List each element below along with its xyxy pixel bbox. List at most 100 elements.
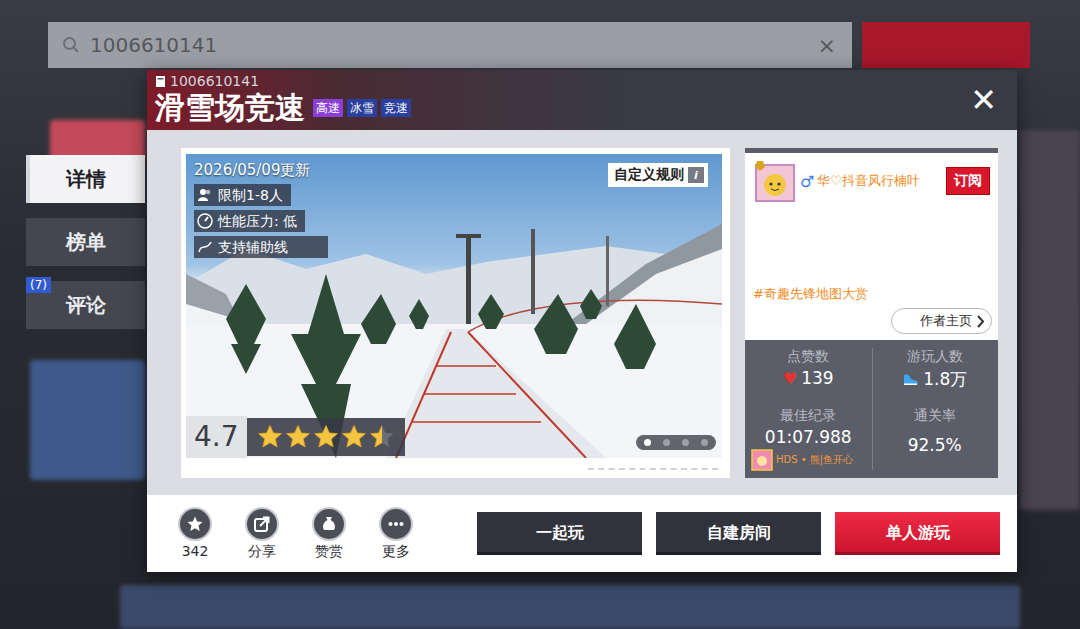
- map-detail-dialog: 1006610141 滑雪场竞速 高速冰雪竞速 ✕: [147, 70, 1017, 572]
- carousel-dots: [636, 435, 716, 450]
- side-tabs: 详情榜单评论(7): [26, 155, 145, 329]
- info-icon[interactable]: i: [688, 167, 704, 183]
- favorite-action[interactable]: 342: [175, 507, 215, 561]
- guide-text: 支持辅助线: [218, 238, 288, 256]
- action-button[interactable]: [178, 507, 212, 541]
- heart-icon: ♥: [783, 369, 797, 388]
- share-icon: [253, 515, 271, 533]
- search-icon: [62, 36, 80, 54]
- action-label[interactable]: 赞赏: [315, 543, 343, 561]
- search-field[interactable]: 1006610141 ×: [48, 22, 852, 68]
- reward-action[interactable]: 赞赏: [309, 507, 349, 561]
- background-card: [120, 585, 1020, 629]
- star-icon: [313, 424, 339, 450]
- play-button[interactable]: 一起玩: [477, 512, 642, 555]
- action-button[interactable]: [312, 507, 346, 541]
- map-title: 滑雪场竞速: [155, 89, 305, 127]
- side-tab-label[interactable]: 评论: [66, 292, 106, 319]
- star-filled-icon: [285, 424, 311, 450]
- play-button[interactable]: 单人游玩: [835, 512, 1000, 555]
- author-homepage-label[interactable]: 作者主页: [920, 312, 972, 330]
- record-holder-name[interactable]: HDS • 熊|鱼开心: [776, 453, 853, 467]
- subscribe-button[interactable]: 订阅: [946, 167, 990, 195]
- rating: 4.7: [186, 416, 405, 458]
- carousel-dot[interactable]: [682, 439, 689, 446]
- player-limit: 限制1-8人: [194, 184, 291, 206]
- side-tab-label[interactable]: 榜单: [66, 229, 106, 256]
- performance-text: 性能压力: 低: [218, 212, 297, 230]
- update-date: 2026/05/09更新: [194, 160, 310, 180]
- map-info: 2026/05/09更新 限制1-8人 性能压力: 低 支持辅助线: [194, 160, 328, 258]
- comment-count-badge: (7): [26, 277, 51, 293]
- favorite-icon: [186, 515, 204, 533]
- author-name[interactable]: 华♡抖音风行楠叶: [817, 172, 943, 190]
- star-fill: [313, 424, 339, 450]
- likes-value: 139: [801, 368, 833, 388]
- players-label: 游玩人数: [907, 348, 963, 366]
- preview-panel: 2026/05/09更新 限制1-8人 性能压力: 低 支持辅助线: [181, 148, 730, 478]
- star-empty-icon: [369, 424, 395, 450]
- search-button[interactable]: [862, 22, 1030, 68]
- play-buttons: 一起玩自建房间单人游玩: [477, 512, 1000, 555]
- gauge-icon: [197, 213, 213, 229]
- side-tab[interactable]: 评论(7): [26, 281, 145, 329]
- star-filled-icon: [257, 424, 283, 450]
- action-label[interactable]: 分享: [248, 543, 276, 561]
- star-filled-icon: [313, 424, 339, 450]
- side-tab[interactable]: 榜单: [26, 218, 145, 266]
- id-icon: [155, 75, 166, 88]
- carousel-dot[interactable]: [644, 439, 651, 446]
- author-homepage-button[interactable]: 作者主页: [891, 308, 992, 334]
- more-icon: [387, 515, 405, 533]
- star-fill: [341, 424, 367, 450]
- clear-rate-label: 通关率: [914, 407, 956, 425]
- action-label[interactable]: 更多: [382, 543, 410, 561]
- side-tab[interactable]: 详情: [26, 155, 145, 203]
- reward-icon: [320, 515, 338, 533]
- clear-rate-value: 92.5%: [908, 435, 962, 455]
- preview-image: 2026/05/09更新 限制1-8人 性能压力: 低 支持辅助线: [186, 154, 722, 458]
- action-label[interactable]: 342: [182, 543, 209, 559]
- carousel-dot[interactable]: [701, 439, 708, 446]
- divider: [588, 468, 718, 470]
- action-button[interactable]: [379, 507, 413, 541]
- author-avatar-icon[interactable]: [753, 159, 797, 203]
- players-value: 1.8万: [923, 368, 967, 391]
- star-fill: [369, 424, 382, 450]
- record-label: 最佳纪录: [780, 407, 836, 425]
- likes-stat: 点赞数 ♥139: [745, 340, 872, 399]
- star-icon: [285, 424, 311, 450]
- record-value: 01:07.988: [765, 427, 852, 447]
- map-tag: 高速: [313, 99, 343, 117]
- background-card: [50, 120, 145, 160]
- more-action[interactable]: 更多: [376, 507, 416, 561]
- play-button[interactable]: 自建房间: [656, 512, 821, 555]
- custom-rules-button[interactable]: 自定义规则 i: [608, 163, 708, 187]
- star-icon: [257, 424, 283, 450]
- search-value[interactable]: 1006610141: [90, 33, 808, 57]
- sneaker-icon: [902, 372, 919, 387]
- record-stat: 最佳纪录 01:07.988 HDS • 熊|鱼开心: [745, 399, 872, 479]
- star-filled-icon: [369, 424, 382, 450]
- likes-label: 点赞数: [787, 348, 829, 366]
- custom-rules-label[interactable]: 自定义规则: [614, 166, 684, 184]
- dialog-footer: 342 分享 赞赏 更多 一起玩自建房间单人游玩: [147, 495, 1017, 572]
- info-side-panel: ♂ 华♡抖音风行楠叶 订阅 #奇趣先锋地图大赏 作者主页 点赞数 ♥139 游玩…: [745, 148, 998, 478]
- record-holder[interactable]: HDS • 熊|鱼开心: [745, 449, 872, 471]
- side-tab-label[interactable]: 详情: [66, 166, 106, 193]
- share-action[interactable]: 分享: [242, 507, 282, 561]
- action-button[interactable]: [245, 507, 279, 541]
- map-id: 1006610141: [170, 73, 259, 89]
- background-card: [30, 360, 145, 480]
- carousel-dot[interactable]: [663, 439, 670, 446]
- star-fill: [257, 424, 283, 450]
- clear-icon[interactable]: ×: [818, 33, 836, 58]
- dialog-body: 2026/05/09更新 限制1-8人 性能压力: 低 支持辅助线: [147, 130, 1017, 495]
- star-icon: [369, 424, 395, 450]
- players-icon: [197, 187, 213, 203]
- record-holder-avatar-icon[interactable]: [751, 449, 773, 471]
- performance-pressure: 性能压力: 低: [194, 210, 305, 232]
- map-id-line: 1006610141: [155, 73, 964, 89]
- close-button[interactable]: ✕: [964, 82, 1003, 118]
- map-stats: 点赞数 ♥139 游玩人数 1.8万 最佳纪录 01:07.988 HDS • …: [745, 340, 998, 478]
